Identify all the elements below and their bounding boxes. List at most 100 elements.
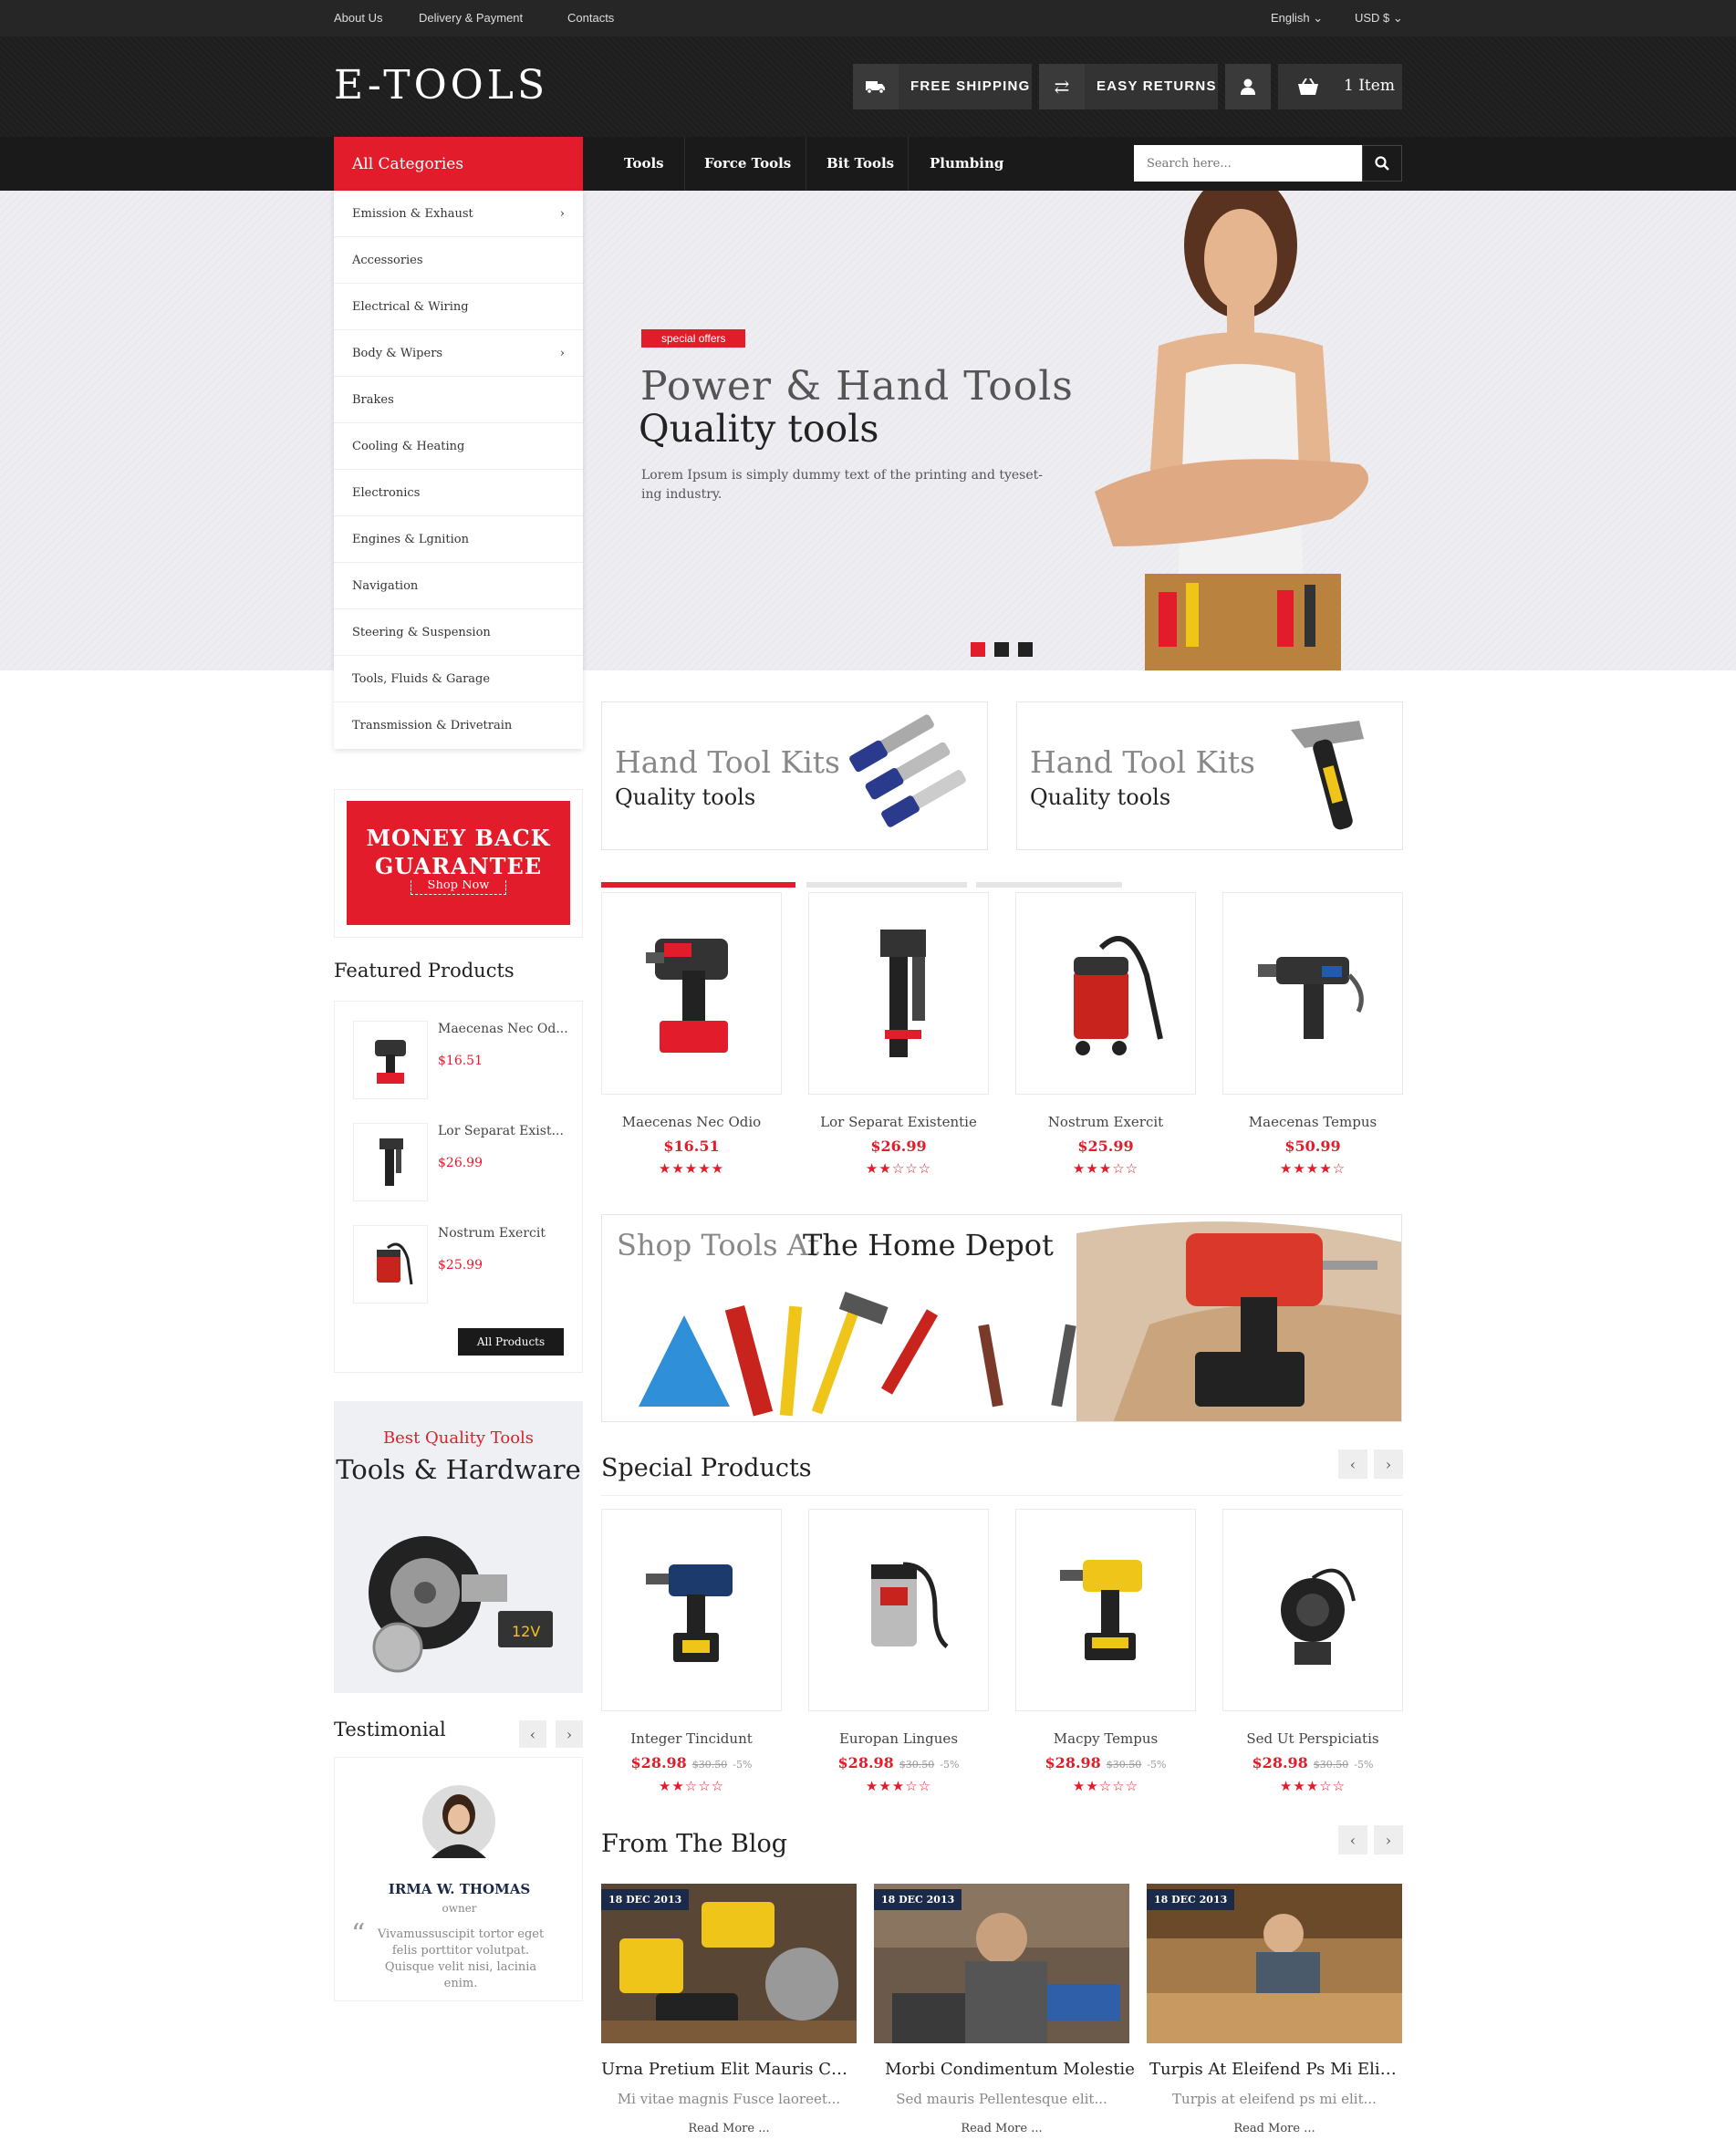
category-list: Emission & Exhaust › Accessories Electric… — [334, 191, 583, 749]
currency-selector[interactable]: USD $ ⌄ — [1355, 11, 1403, 26]
discount: -5% — [733, 1759, 753, 1771]
special-product-name[interactable]: Integer Tincidunt — [600, 1730, 783, 1747]
product-image[interactable] — [808, 892, 989, 1095]
product-price: $16.51 — [663, 1138, 720, 1155]
testimonial-name: IRMA W. THOMAS — [388, 1881, 531, 1897]
special-product-image[interactable] — [808, 1509, 989, 1711]
featured-name[interactable]: Maecenas Nec Od... — [438, 1022, 568, 1036]
featured-thumb[interactable] — [353, 1123, 428, 1201]
prev-arrow-icon[interactable]: ‹ — [1338, 1825, 1367, 1854]
category-item[interactable]: Electrical & Wiring — [334, 284, 583, 330]
featured-name[interactable]: Lor Separat Exist... — [438, 1124, 564, 1138]
blog-date: 18 DEC 2013 — [874, 1889, 962, 1910]
tool-kit-banner[interactable]: Hand Tool Kits Quality tools — [601, 701, 988, 850]
special-product-image[interactable] — [601, 1509, 782, 1711]
search-icon — [1375, 156, 1389, 171]
shop-now-button[interactable]: Shop Now — [410, 880, 507, 895]
banner-subtitle: Quality tools — [615, 784, 756, 810]
search-button[interactable] — [1362, 145, 1402, 182]
featured-name[interactable]: Nostrum Exercit — [438, 1226, 546, 1241]
product-tab-active[interactable] — [601, 882, 795, 888]
nav-item-bit-tools[interactable]: Bit Tools — [826, 155, 894, 171]
chevron-down-icon: ⌄ — [1313, 11, 1324, 25]
special-product-name[interactable]: Sed Ut Perspiciatis — [1221, 1730, 1404, 1747]
user-icon[interactable] — [1225, 64, 1271, 109]
hero-subtitle: Quality tools — [639, 407, 879, 451]
slider-dot-2[interactable] — [994, 642, 1009, 657]
product-name[interactable]: Maecenas Tempus — [1221, 1114, 1404, 1130]
about-us-link[interactable]: About Us — [334, 11, 382, 25]
category-label: Navigation — [352, 578, 419, 593]
special-product-name[interactable]: Europan Lingues — [807, 1730, 990, 1747]
special-price-row: $28.98 $30.50 -5% — [1221, 1754, 1404, 1771]
prev-arrow-icon[interactable]: ‹ — [519, 1720, 546, 1748]
nav-item-force-tools[interactable]: Force Tools — [704, 155, 791, 171]
category-item[interactable]: Body & Wipers › — [334, 330, 583, 377]
rating-stars: ★★★☆☆ — [865, 1778, 932, 1794]
promo-small-title: Best Quality Tools — [382, 1428, 535, 1448]
product-tab[interactable] — [806, 882, 967, 888]
home-depot-banner[interactable]: Shop Tools At The Home Depot — [601, 1214, 1402, 1422]
all-categories-button[interactable]: All Categories — [334, 137, 583, 191]
next-arrow-icon[interactable]: › — [1374, 1449, 1403, 1479]
read-more-link[interactable]: Read More ... — [601, 2122, 857, 2135]
featured-products-list: Maecenas Nec Od... $16.51 Lor Separat Ex… — [334, 1001, 583, 1373]
next-arrow-icon[interactable]: › — [1374, 1825, 1403, 1854]
category-item[interactable]: Tools, Fluids & Garage — [334, 656, 583, 702]
product-name[interactable]: Nostrum Exercit — [1014, 1114, 1197, 1130]
read-more-link[interactable]: Read More ... — [874, 2122, 1129, 2135]
special-product-name[interactable]: Macpy Tempus — [1014, 1730, 1197, 1747]
tool-kit-banner[interactable]: Hand Tool Kits Quality tools — [1016, 701, 1403, 850]
special-product-image[interactable] — [1222, 1509, 1403, 1711]
tools-hardware-promo[interactable]: Best Quality Tools Tools & Hardware 12V — [334, 1401, 583, 1693]
product-price: $25.99 — [1077, 1138, 1134, 1155]
category-item[interactable]: Accessories — [334, 237, 583, 284]
testimonial-role: owner — [442, 1902, 477, 1915]
slider-dot-1[interactable] — [971, 642, 985, 657]
blog-excerpt: Sed mauris Pellentesque elit... — [896, 2091, 1107, 2107]
category-item[interactable]: Navigation — [334, 563, 583, 609]
blog-excerpt: Turpis at eleifend ps mi elit... — [1172, 2091, 1377, 2107]
discount: -5% — [1354, 1759, 1374, 1771]
category-item[interactable]: Emission & Exhaust › — [334, 191, 583, 237]
featured-thumb[interactable] — [353, 1225, 428, 1304]
read-more-link[interactable]: Read More ... — [1147, 2122, 1402, 2135]
money-back-banner[interactable]: MONEY BACK GUARANTEE Shop Now — [347, 801, 570, 925]
truck-icon — [853, 64, 899, 109]
language-selector[interactable]: English ⌄ — [1271, 11, 1323, 26]
blog-post-title[interactable]: Morbi Condimentum Molestie — [885, 2060, 1140, 2079]
special-product-image[interactable] — [1015, 1509, 1196, 1711]
product-image[interactable] — [1015, 892, 1196, 1095]
next-arrow-icon[interactable]: › — [556, 1720, 583, 1748]
category-item[interactable]: Transmission & Drivetrain — [334, 702, 583, 749]
category-item[interactable]: Steering & Suspension — [334, 609, 583, 656]
product-tab[interactable] — [976, 882, 1122, 888]
prev-arrow-icon[interactable]: ‹ — [1338, 1449, 1367, 1479]
contacts-link[interactable]: Contacts — [567, 11, 614, 25]
category-item[interactable]: Engines & Lgnition — [334, 516, 583, 563]
product-name[interactable]: Maecenas Nec Odio — [600, 1114, 783, 1130]
nav-item-tools[interactable]: Tools — [624, 155, 664, 171]
logo[interactable]: E-TOOLS — [334, 62, 548, 109]
product-image[interactable] — [601, 892, 782, 1095]
top-bar: About Us Delivery & Payment Contacts Eng… — [0, 0, 1736, 36]
blog-post-title[interactable]: Urna Pretium Elit Mauris Cursus — [601, 2060, 857, 2079]
basket-icon — [1285, 64, 1331, 109]
special-products-title: Special Products — [601, 1454, 812, 1482]
category-item[interactable]: Cooling & Heating — [334, 423, 583, 470]
rating-stars: ★★★★☆ — [1279, 1160, 1346, 1177]
discount: -5% — [1147, 1759, 1167, 1771]
all-products-button[interactable]: All Products — [458, 1328, 564, 1356]
slider-dot-3[interactable] — [1018, 642, 1033, 657]
featured-thumb[interactable] — [353, 1021, 428, 1099]
search-input[interactable] — [1134, 145, 1362, 182]
product-image[interactable] — [1222, 892, 1403, 1095]
nav-item-plumbing[interactable]: Plumbing — [930, 155, 1003, 171]
category-item[interactable]: Electronics — [334, 470, 583, 516]
delivery-payment-link[interactable]: Delivery & Payment — [419, 11, 523, 25]
product-name[interactable]: Lor Separat Existentie — [807, 1114, 990, 1130]
blog-post-title[interactable]: Turpis At Eleifend Ps Mi Elit Aliquam — [1149, 2060, 1400, 2079]
category-item[interactable]: Brakes — [334, 377, 583, 423]
chevron-down-icon: ⌄ — [1392, 11, 1403, 25]
quote-icon: “ — [351, 1918, 366, 1950]
